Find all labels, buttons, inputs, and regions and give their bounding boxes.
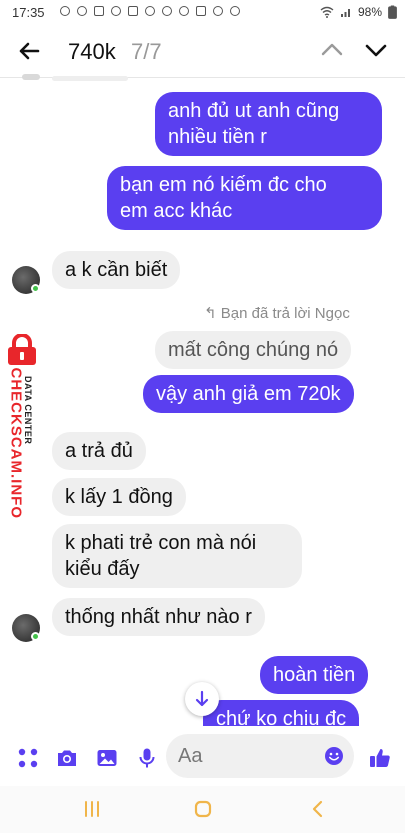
watermark-subtitle: DATA CENTER [23,376,33,445]
message-input-wrapper [166,734,354,778]
message-bubble-incoming[interactable]: thống nhất như nào r [52,598,265,636]
online-status-dot [31,632,40,641]
notification-icon [60,6,70,16]
status-bar: 17:35 98% [0,0,405,26]
message-line: k lấy 1 đồng [65,486,173,508]
search-header: 740k 7/7 [0,26,405,78]
message-line: nhiều tiền r [168,126,267,148]
wifi-icon [320,6,334,18]
chevron-up-icon[interactable] [318,36,346,64]
message-bubble-incoming[interactable]: k phati trẻ con mà nói kiểu đấy [52,524,302,588]
message-bubble-outgoing[interactable]: hoàn tiền [260,656,369,694]
message-bubble-outgoing[interactable]: vậy anh giả em 720k [143,375,354,413]
message-bubble-outgoing[interactable]: chứ ko chịu đc [203,700,360,726]
message-bubble-outgoing[interactable]: bạn em nó kiếm đc cho em acc khác [107,166,382,230]
online-status-dot [31,284,40,293]
notification-icon [162,6,172,16]
notification-icon [213,6,223,16]
message-line: a k cần biết [65,259,168,281]
back-nav-icon[interactable] [306,798,330,820]
notification-icon [230,6,240,16]
notification-icon [94,6,104,16]
watermark-brand: CHECKSCAM.INFO [7,367,25,520]
back-arrow-icon[interactable] [14,36,44,66]
message-line: vậy anh giả em 720k [156,383,341,405]
message-line: a trả đủ [65,440,133,462]
message-line: kiểu đấy [65,558,140,580]
scroll-to-bottom-button[interactable] [185,682,219,716]
message-line: em acc khác [120,200,233,222]
scrolled-bubble-fragment [52,76,128,81]
battery-level: 98% [357,5,382,19]
notification-icon [196,6,206,16]
emoji-icon[interactable] [324,746,344,766]
notification-icon [111,6,121,16]
chevron-down-icon[interactable] [362,36,390,64]
reply-icon: ↰ [204,305,217,322]
battery-icon [388,5,397,19]
message-line: hoàn tiền [273,664,356,686]
notification-icon [77,6,87,16]
message-line: k phati trẻ con mà nói [65,532,257,554]
watermark-lock-logo [8,334,36,365]
message-line: mất công chúng nó [168,339,339,361]
search-result-counter: 7/7 [131,39,162,64]
arrow-down-icon [195,690,209,707]
signal-icon [340,9,350,17]
recent-apps-icon[interactable] [80,798,104,820]
watermark: CHECKSCAM.INFO DATA CENTER [0,330,46,530]
reply-indicator-text: Bạn đã trả lời Ngọc [220,305,350,322]
reply-indicator: ↰ Bạn đã trả lời Ngọc [204,304,350,322]
message-bubble-incoming[interactable]: a trả đủ [52,432,146,470]
system-navigation-bar [0,786,405,833]
message-composer [0,726,405,786]
message-bubble-incoming[interactable]: k lấy 1 đồng [52,478,186,516]
message-line: chứ ko chịu đc [216,708,347,726]
more-actions-icon[interactable] [16,746,40,770]
message-bubble-outgoing[interactable]: anh đủ ut anh cũng nhiều tiền r [155,92,382,156]
quoted-message[interactable]: mất công chúng nó [155,331,352,369]
message-line: bạn em nó kiếm đc cho [120,174,327,196]
scrolled-avatar-fragment [22,74,40,80]
search-term[interactable]: 740k [68,39,116,65]
message-line: anh đủ ut anh cũng [168,100,340,122]
camera-icon[interactable] [55,746,79,770]
message-bubble-incoming[interactable]: a k cần biết [52,251,181,289]
gallery-icon[interactable] [95,746,119,770]
microphone-icon[interactable] [135,746,159,770]
home-icon[interactable] [191,798,215,820]
notification-icon [179,6,189,16]
notification-icon [145,6,155,16]
notification-icons [60,6,240,16]
thumbs-up-icon[interactable] [368,746,392,770]
notification-icon [128,6,138,16]
status-time: 17:35 [12,5,45,20]
message-input[interactable] [178,742,318,770]
status-right: 98% [320,5,397,19]
message-line: thống nhất như nào r [65,606,252,628]
